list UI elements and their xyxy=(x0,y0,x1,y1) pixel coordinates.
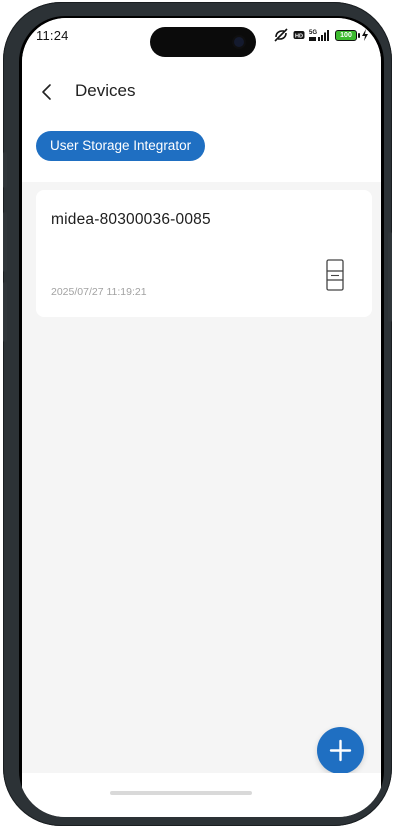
home-indicator[interactable] xyxy=(110,791,252,795)
device-name: midea-80300036-0085 xyxy=(51,211,211,228)
bottom-safe-area xyxy=(22,773,381,817)
refrigerator-icon xyxy=(326,259,344,291)
phone-frame: 11:24 HD 5G 100 Devices User Storage Int… xyxy=(3,2,392,826)
app-view: 11:24 HD 5G 100 Devices User Storage Int… xyxy=(22,18,381,817)
user-storage-integrator-tag[interactable]: User Storage Integrator xyxy=(36,131,206,161)
action-button xyxy=(3,152,7,188)
status-time: 11:24 xyxy=(36,28,69,43)
charging-bolt-icon xyxy=(362,29,368,41)
status-bar: 11:24 HD 5G 100 xyxy=(22,18,381,57)
device-card[interactable]: midea-80300036-0085 2025/07/27 11:19:21 xyxy=(36,190,372,317)
device-timestamp: 2025/07/27 11:19:21 xyxy=(51,286,147,298)
power-button xyxy=(388,232,392,322)
screen: 11:24 HD 5G 100 Devices User Storage Int… xyxy=(19,16,384,817)
chevron-left-icon xyxy=(42,84,51,100)
hd-icon: HD xyxy=(293,31,305,40)
front-camera xyxy=(234,37,244,47)
status-icons: HD 5G 100 xyxy=(273,27,369,43)
data-saver-icon xyxy=(274,28,288,42)
cellular-signal-icon: 5G xyxy=(309,30,329,41)
svg-text:HD: HD xyxy=(295,34,303,40)
back-button[interactable] xyxy=(38,78,62,106)
volume-up-button xyxy=(3,212,7,272)
navigation-bar: Devices xyxy=(22,74,381,110)
page-title: Devices xyxy=(75,81,136,100)
add-device-button[interactable] xyxy=(317,727,364,774)
battery-level: 100 xyxy=(340,31,352,39)
volume-down-button xyxy=(3,282,7,342)
network-type-label: 5G xyxy=(309,30,317,36)
plus-icon xyxy=(329,739,352,762)
battery-icon: 100 xyxy=(335,29,360,41)
dynamic-island xyxy=(150,27,256,57)
